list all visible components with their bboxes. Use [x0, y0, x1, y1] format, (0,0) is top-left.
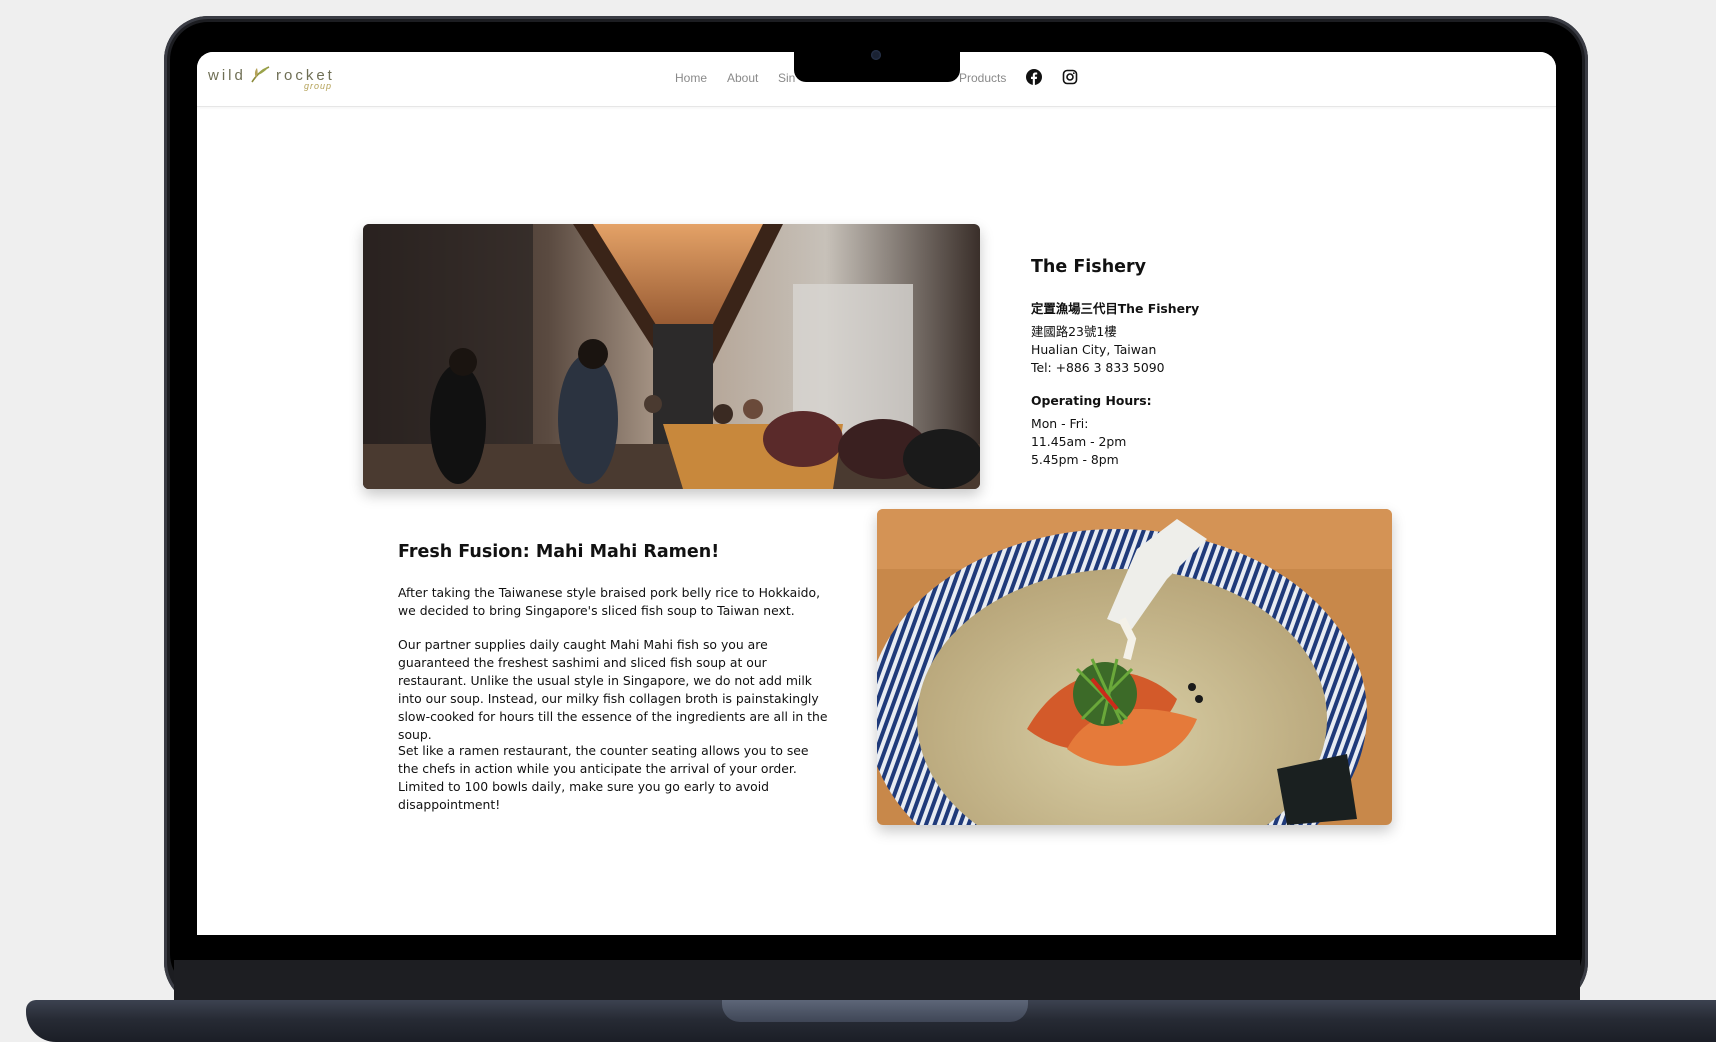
instagram-icon[interactable]: [1062, 69, 1078, 85]
address-title: 定置漁場三代目The Fishery: [1031, 301, 1200, 316]
address-line-2: Hualian City, Taiwan: [1031, 342, 1157, 357]
hours-dinner: 5.45pm - 8pm: [1031, 452, 1119, 467]
hours-days: Mon - Fri:: [1031, 416, 1089, 431]
nav-products[interactable]: Products: [959, 71, 1006, 85]
feature-paragraph-3: Set like a ramen restaurant, the counter…: [398, 743, 809, 812]
hours-title: Operating Hours:: [1031, 393, 1152, 408]
restaurant-name: The Fishery: [1031, 257, 1147, 277]
nav-singapore[interactable]: Sin: [778, 71, 795, 85]
feature-paragraph-1: After taking the Taiwanese style braised…: [398, 585, 821, 618]
laptop-chin: [174, 960, 1580, 1000]
ramen-bowl-image: [877, 509, 1392, 825]
camera-icon: [871, 50, 881, 60]
nav-home[interactable]: Home: [675, 71, 707, 85]
browser-screen: wild rocket group Home About Sin Product…: [197, 52, 1556, 935]
hours-lunch: 11.45am - 2pm: [1031, 434, 1127, 449]
feature-paragraph-2: Our partner supplies daily caught Mahi M…: [398, 637, 828, 742]
restaurant-interior-image: [363, 224, 980, 489]
address-line-1: 建國路23號1樓: [1031, 324, 1117, 339]
laptop-hinge-notch: [722, 1000, 1028, 1022]
nav-about[interactable]: About: [727, 71, 758, 85]
phone-number[interactable]: Tel: +886 3 833 5090: [1031, 359, 1165, 377]
facebook-icon[interactable]: [1026, 69, 1042, 85]
feature-title: Fresh Fusion: Mahi Mahi Ramen!: [398, 542, 720, 562]
